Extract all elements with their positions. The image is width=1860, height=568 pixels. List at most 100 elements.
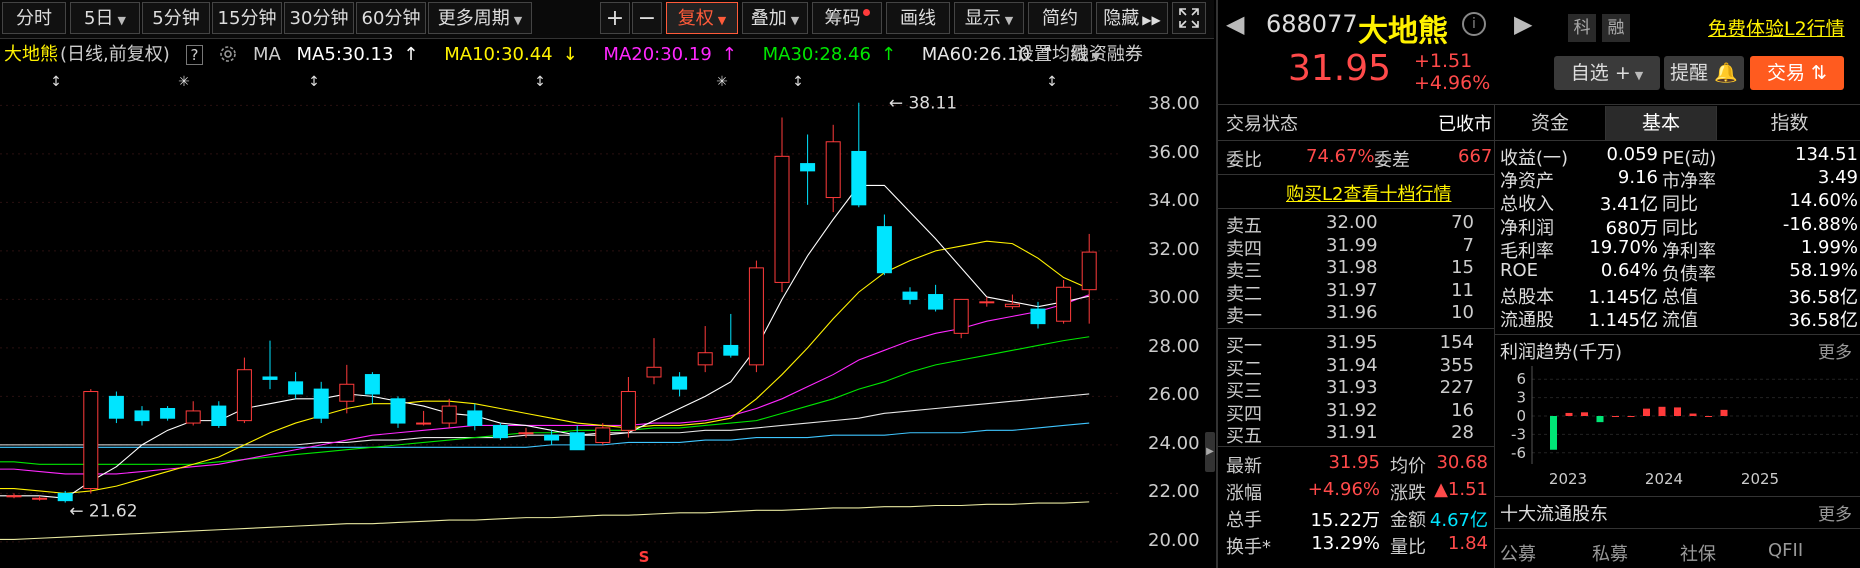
- candle[interactable]: [236, 357, 252, 424]
- candle[interactable]: [6, 493, 22, 499]
- event-marker-icon[interactable]: ✳: [716, 74, 728, 90]
- top-holders-more-link[interactable]: 更多: [1818, 500, 1852, 525]
- margin-badge: 融: [1602, 14, 1630, 42]
- trade-button[interactable]: 交易 ⇅: [1750, 56, 1844, 90]
- hide-button[interactable]: 隐藏 ▶▶: [1096, 2, 1168, 34]
- event-marker-icon[interactable]: ↕: [792, 74, 804, 90]
- candle[interactable]: [876, 214, 892, 276]
- zoom-in-button[interactable]: +: [600, 2, 630, 34]
- next-stock-button[interactable]: ▶: [1514, 10, 1532, 38]
- holder-tab-social-security[interactable]: 社保: [1680, 540, 1716, 566]
- draw-line-button[interactable]: 画线: [886, 2, 950, 34]
- candle[interactable]: [672, 372, 688, 397]
- candle[interactable]: [902, 287, 918, 305]
- tab-basic[interactable]: 基本: [1606, 106, 1717, 140]
- event-marker-icon[interactable]: ↕: [1046, 74, 1058, 90]
- overlay-label: 叠加: [750, 8, 787, 29]
- tab-15min[interactable]: 15分钟: [212, 2, 282, 34]
- candle[interactable]: [390, 396, 406, 428]
- candle[interactable]: [83, 389, 99, 494]
- candle[interactable]: [313, 381, 329, 424]
- tab-30min[interactable]: 30分钟: [284, 2, 354, 34]
- candle[interactable]: [134, 406, 150, 426]
- tab-5day[interactable]: 5日 ▼: [70, 2, 140, 34]
- sell-signal-marker[interactable]: S: [639, 548, 650, 566]
- candle[interactable]: [108, 391, 124, 424]
- candle[interactable]: [1004, 294, 1020, 310]
- candle[interactable]: [646, 338, 662, 385]
- buy-l2-link[interactable]: 购买L2查看十档行情: [1286, 180, 1451, 206]
- bell-icon: 🔔: [1708, 62, 1738, 84]
- candle[interactable]: [441, 398, 457, 428]
- holder-tab-qfii[interactable]: QFII: [1768, 540, 1803, 561]
- candle[interactable]: [492, 423, 508, 441]
- candle[interactable]: [928, 284, 944, 312]
- fund-label: 同比: [1662, 217, 1698, 239]
- candle[interactable]: [288, 372, 304, 399]
- down-arrow-icon: ↓: [562, 44, 578, 65]
- fuquan-dropdown[interactable]: 复权 ▼: [666, 2, 738, 34]
- info-icon[interactable]: i: [1462, 12, 1486, 36]
- candle[interactable]: [211, 401, 227, 428]
- candle[interactable]: [825, 124, 841, 213]
- prev-stock-button[interactable]: ◀: [1226, 10, 1244, 38]
- event-marker-icon[interactable]: ↕: [50, 74, 62, 90]
- candle[interactable]: [748, 260, 764, 373]
- candle[interactable]: [185, 401, 201, 426]
- ma-settings-dropdown[interactable]: 设置均线 ▼: [1016, 42, 1100, 70]
- candle[interactable]: [800, 134, 816, 205]
- simple-mode-button[interactable]: 简约: [1028, 2, 1092, 34]
- candle[interactable]: [723, 313, 739, 358]
- weibi-label: 委比: [1226, 150, 1262, 171]
- help-icon[interactable]: ?: [185, 45, 204, 65]
- candle[interactable]: [569, 425, 585, 451]
- panel-collapse-handle[interactable]: ▶: [1205, 432, 1215, 472]
- candle[interactable]: [697, 326, 713, 373]
- hide-label: 隐藏: [1103, 8, 1140, 29]
- profit-y-tick: 6: [1516, 370, 1526, 388]
- tab-intraday[interactable]: 分时: [2, 2, 66, 34]
- candle[interactable]: [774, 117, 790, 293]
- chips-button[interactable]: 筹码: [812, 2, 882, 34]
- alert-button[interactable]: 提醒 🔔: [1664, 56, 1744, 90]
- candle[interactable]: [620, 376, 636, 438]
- stock-name-label: 大地熊: [4, 44, 58, 65]
- price-axis-label: 34.00: [1148, 190, 1200, 212]
- fullscreen-button[interactable]: [1172, 2, 1206, 34]
- tab-5min[interactable]: 5分钟: [142, 2, 210, 34]
- candle[interactable]: [364, 372, 380, 404]
- add-watchlist-button[interactable]: 自选 + ▼: [1554, 56, 1660, 90]
- holder-tab-public-fund[interactable]: 公募: [1500, 540, 1536, 566]
- gear-icon[interactable]: [219, 44, 237, 65]
- tab-more-periods[interactable]: 更多周期 ▼: [428, 2, 532, 34]
- candlestick-chart[interactable]: ↕ ✳ ↕ ↕ ✳ ↕ ↕ ← 38.11 ← 21.62 S: [0, 68, 1118, 568]
- fund-value: 36.58亿: [1788, 287, 1858, 309]
- candle[interactable]: [339, 364, 355, 414]
- zoom-out-button[interactable]: −: [632, 2, 662, 34]
- ma30-text: MA30:28.46: [762, 44, 871, 65]
- profit-bar: [1674, 407, 1681, 416]
- holder-tab-private-fund[interactable]: 私募: [1592, 540, 1628, 566]
- tab-60min[interactable]: 60分钟: [356, 2, 426, 34]
- tab-funds[interactable]: 资金: [1495, 106, 1606, 140]
- trading-status-label: 交易状态: [1226, 114, 1298, 135]
- overlay-dropdown[interactable]: 叠加 ▼: [742, 2, 808, 34]
- candle[interactable]: [1081, 233, 1097, 324]
- candle[interactable]: [1056, 279, 1072, 324]
- fund-value: 1.145亿: [1588, 310, 1658, 332]
- candle-body: [32, 497, 48, 500]
- event-marker-icon[interactable]: ↕: [308, 74, 320, 90]
- candle[interactable]: [416, 410, 432, 426]
- event-marker-icon[interactable]: ✳: [178, 74, 190, 90]
- profit-trend-more-link[interactable]: 更多: [1818, 338, 1852, 363]
- event-marker-icon[interactable]: ↕: [534, 74, 546, 90]
- profit-y-tick: -3: [1511, 425, 1526, 443]
- display-dropdown[interactable]: 显示 ▼: [954, 2, 1024, 34]
- l2-trial-link[interactable]: 免费体验L2行情: [1708, 14, 1845, 41]
- candle[interactable]: [851, 102, 867, 208]
- candle[interactable]: [160, 406, 176, 421]
- candle[interactable]: [953, 298, 969, 339]
- tab-index[interactable]: 指数: [1717, 106, 1860, 140]
- ma30-value: MA30:28.46 ↑: [763, 44, 906, 65]
- candle-body: [313, 388, 329, 419]
